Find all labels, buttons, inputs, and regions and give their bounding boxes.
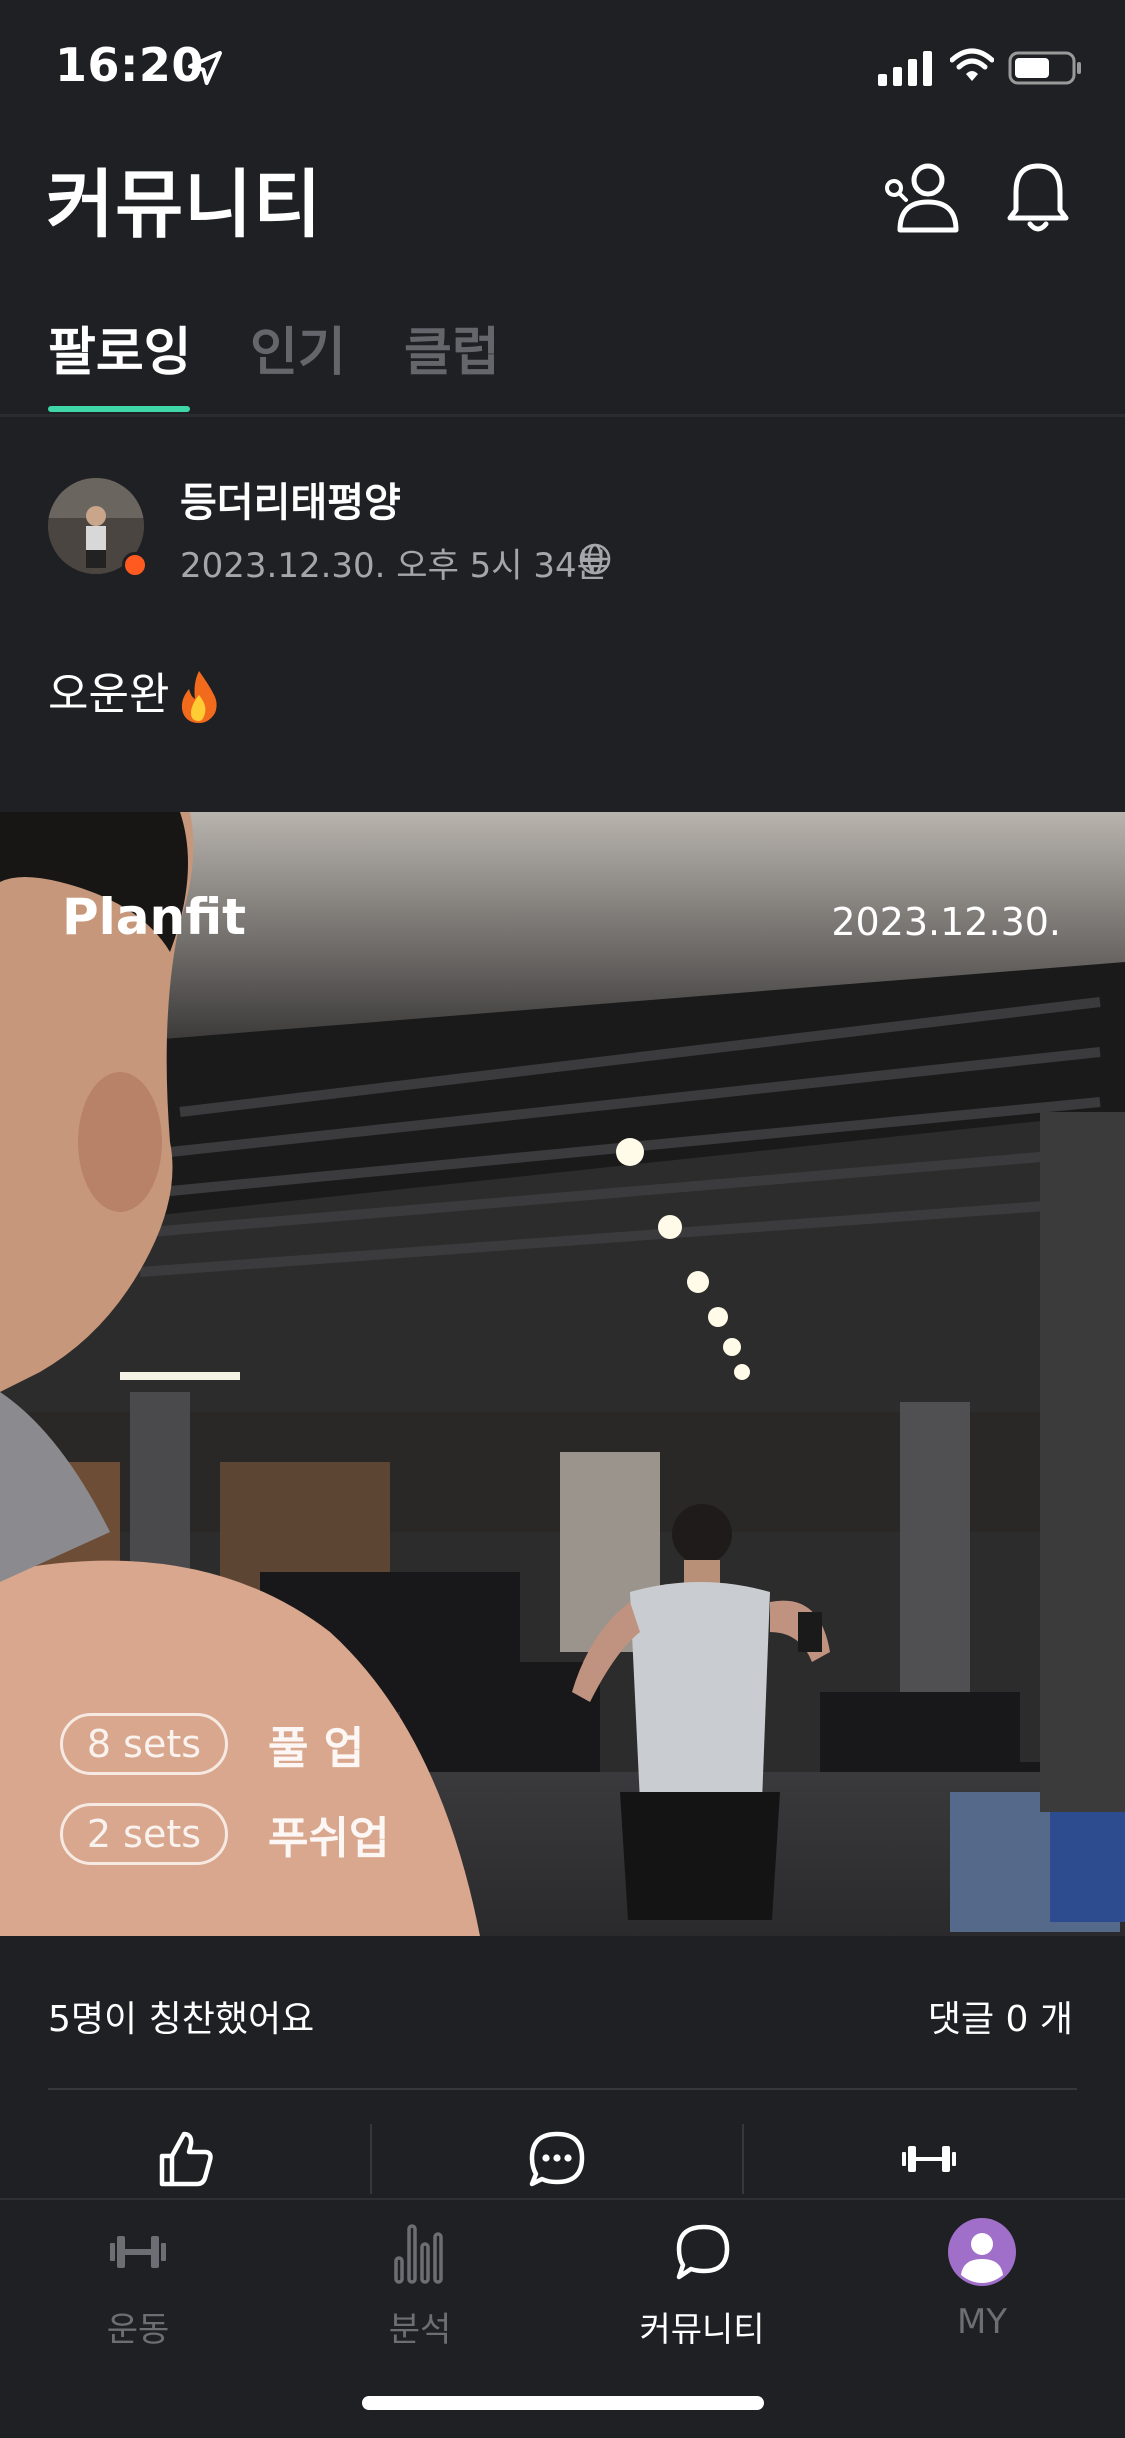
- tab-following[interactable]: 팔로잉: [48, 310, 192, 385]
- nav-label: 분석: [388, 2310, 452, 2350]
- post-caption: 오운완: [48, 658, 223, 725]
- sets-badge: 2 sets: [60, 1803, 228, 1865]
- nav-community[interactable]: 커뮤니티: [622, 2216, 782, 2351]
- post-caption-text: 오운완: [48, 669, 170, 720]
- tab-club[interactable]: 클럽: [404, 310, 500, 385]
- bar-chart-icon: [394, 2224, 443, 2284]
- globe-icon: [579, 543, 611, 575]
- exercise-row: 2 sets 푸쉬업: [60, 1802, 389, 1866]
- nav-label: 커뮤니티: [639, 2310, 765, 2350]
- stats-divider: [48, 2088, 1077, 2090]
- active-tab-indicator: [48, 406, 190, 412]
- find-friends-icon[interactable]: [884, 160, 966, 234]
- nav-workout[interactable]: 운동: [58, 2216, 218, 2351]
- chat-bubble-icon: [529, 2131, 585, 2187]
- nav-my[interactable]: MY: [902, 2216, 1062, 2342]
- location-arrow-icon: [188, 51, 222, 85]
- thumbs-up-icon: [159, 2131, 213, 2187]
- copy-workout-button[interactable]: [744, 2128, 1114, 2188]
- nav-label: MY: [956, 2302, 1008, 2342]
- cheer-count[interactable]: 5명이 칭찬했어요: [48, 1990, 314, 2042]
- post-timestamp: 2023.12.30. 오후 5시 34분: [180, 546, 608, 586]
- comment-count[interactable]: 댓글 0 개: [928, 1990, 1073, 2042]
- dumbbell-icon: [902, 2146, 956, 2172]
- status-time: 16:20: [55, 38, 204, 92]
- planfit-watermark: Planfit: [62, 888, 247, 946]
- wifi-icon: [950, 48, 994, 81]
- profile-avatar-icon: [948, 2218, 1016, 2286]
- nav-label: 운동: [106, 2310, 170, 2350]
- comment-button[interactable]: [372, 2128, 742, 2188]
- tab-popular[interactable]: 인기: [250, 310, 346, 385]
- page-title: 커뮤니티: [46, 162, 323, 248]
- tab-divider: [0, 414, 1125, 417]
- battery-icon: [1008, 51, 1081, 85]
- photo-date: 2023.12.30.: [831, 900, 1061, 944]
- fire-emoji-icon: [182, 671, 218, 723]
- nav-analysis[interactable]: 분석: [340, 2216, 500, 2351]
- exercise-name: 푸쉬업: [268, 1813, 390, 1864]
- exercise-name: 풀 업: [268, 1723, 365, 1774]
- home-indicator: [362, 2396, 764, 2410]
- author-name[interactable]: 등더리태평양: [180, 470, 401, 528]
- cellular-signal-icon: [878, 51, 932, 86]
- exercise-row: 8 sets 풀 업: [60, 1712, 364, 1776]
- online-status-dot: [122, 552, 148, 578]
- dumbbell-icon: [110, 2236, 166, 2268]
- chat-bubble-icon: [676, 2224, 730, 2280]
- notification-bell-icon[interactable]: [1004, 160, 1072, 236]
- cheer-button[interactable]: [0, 2128, 370, 2188]
- sets-badge: 8 sets: [60, 1713, 228, 1775]
